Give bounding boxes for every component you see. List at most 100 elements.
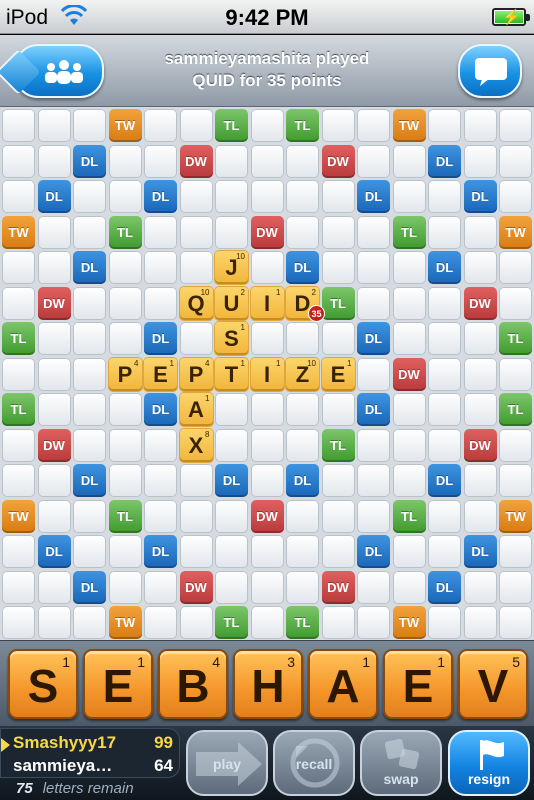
board-cell-dw[interactable]: DW xyxy=(250,215,284,249)
board-cell[interactable] xyxy=(392,251,426,284)
board-cell-dl[interactable]: DL xyxy=(37,535,71,568)
board-cell[interactable] xyxy=(73,215,106,249)
board-cell[interactable] xyxy=(428,215,461,249)
board-cell-dw[interactable]: DW xyxy=(463,428,497,462)
board-cell[interactable] xyxy=(215,428,248,462)
rack-tile[interactable]: E1 xyxy=(83,649,153,719)
board-cell-dl[interactable]: DL xyxy=(215,464,248,497)
board-cell-dl[interactable]: DL xyxy=(357,180,390,213)
board-cell-tl[interactable]: TL xyxy=(392,499,426,533)
board-cell[interactable] xyxy=(499,357,532,391)
board-cell[interactable] xyxy=(73,109,106,142)
board-cell[interactable] xyxy=(392,286,426,320)
play-button[interactable]: play xyxy=(186,730,268,796)
board-cell[interactable] xyxy=(73,393,106,426)
board-cell[interactable] xyxy=(250,428,284,462)
board-cell-dl[interactable]: DL xyxy=(73,144,106,178)
board-cell[interactable] xyxy=(286,499,319,533)
board-cell-dl[interactable]: DL xyxy=(73,570,106,604)
board-cell[interactable] xyxy=(250,251,284,284)
board-cell[interactable] xyxy=(108,251,142,284)
board-cell[interactable] xyxy=(428,393,461,426)
board-cell-dw[interactable]: DW xyxy=(179,570,213,604)
board-cell[interactable] xyxy=(215,215,248,249)
board-cell[interactable] xyxy=(357,144,390,178)
board-cell[interactable] xyxy=(144,215,177,249)
board-cell[interactable] xyxy=(2,606,35,639)
board-cell[interactable] xyxy=(215,570,248,604)
board-cell[interactable] xyxy=(499,251,532,284)
board-cell[interactable] xyxy=(463,499,497,533)
board-cell-tl[interactable]: TL xyxy=(286,606,319,639)
board-cell[interactable] xyxy=(73,606,106,639)
board-cell[interactable] xyxy=(392,570,426,604)
board-cell-tl[interactable]: TL xyxy=(392,215,426,249)
board-cell[interactable] xyxy=(428,499,461,533)
board-cell[interactable] xyxy=(499,180,532,213)
board-cell-dl[interactable]: DL xyxy=(73,464,106,497)
board-cell-dl[interactable]: DL xyxy=(144,535,177,568)
board-cell[interactable] xyxy=(428,322,461,355)
board-cell-tw[interactable]: TW xyxy=(499,215,532,249)
board-cell[interactable] xyxy=(37,109,71,142)
board-cell-dl[interactable]: DL xyxy=(144,322,177,355)
board-cell-dl[interactable]: DL xyxy=(286,464,319,497)
board-cell[interactable] xyxy=(108,144,142,178)
board-cell[interactable] xyxy=(250,109,284,142)
board-cell-tl[interactable]: TL xyxy=(499,393,532,426)
board-cell[interactable] xyxy=(357,215,390,249)
board-cell-tl[interactable]: TL xyxy=(321,428,355,462)
board-cell[interactable] xyxy=(215,499,248,533)
board-cell[interactable] xyxy=(463,251,497,284)
board-cell-dl[interactable]: DL xyxy=(73,251,106,284)
board-cell[interactable] xyxy=(392,535,426,568)
board-cell[interactable] xyxy=(499,286,532,320)
board-cell[interactable] xyxy=(463,393,497,426)
board-cell[interactable] xyxy=(108,286,142,320)
board-cell[interactable] xyxy=(428,535,461,568)
board-cell-dl[interactable]: DL xyxy=(144,393,177,426)
board-cell[interactable] xyxy=(286,570,319,604)
board-cell[interactable] xyxy=(144,606,177,639)
board-cell[interactable] xyxy=(37,570,71,604)
board-cell[interactable] xyxy=(108,570,142,604)
board-cell[interactable] xyxy=(2,286,35,320)
board-cell[interactable] xyxy=(286,180,319,213)
board-cell[interactable] xyxy=(463,109,497,142)
board-cell[interactable] xyxy=(37,144,71,178)
board-cell[interactable] xyxy=(215,393,248,426)
rack-tile[interactable]: H3 xyxy=(233,649,303,719)
board-cell-tw[interactable]: TW xyxy=(392,109,426,142)
board-cell-tl[interactable]: TL xyxy=(286,109,319,142)
board-cell[interactable] xyxy=(392,144,426,178)
board-cell[interactable] xyxy=(357,109,390,142)
board-cell[interactable] xyxy=(463,464,497,497)
board-cell[interactable] xyxy=(357,251,390,284)
board-cell[interactable] xyxy=(428,606,461,639)
board-cell[interactable] xyxy=(250,535,284,568)
board-cell[interactable] xyxy=(144,570,177,604)
board-cell[interactable] xyxy=(250,180,284,213)
board-cell[interactable] xyxy=(357,499,390,533)
board-cell[interactable] xyxy=(321,606,355,639)
board-cell[interactable] xyxy=(357,570,390,604)
rack-tile[interactable]: A1 xyxy=(308,649,378,719)
board-cell[interactable] xyxy=(108,428,142,462)
board-cell[interactable] xyxy=(215,180,248,213)
board-cell-tl[interactable]: TL xyxy=(108,499,142,533)
board-cell-tl[interactable]: TL xyxy=(2,322,35,355)
board-cell-dw[interactable]: DW xyxy=(250,499,284,533)
board-cell[interactable] xyxy=(392,428,426,462)
board-cell[interactable] xyxy=(179,464,213,497)
tile-rack[interactable]: S1E1B4H3A1E1V5 xyxy=(0,640,534,726)
board-cell[interactable] xyxy=(392,464,426,497)
board-cell[interactable] xyxy=(2,570,35,604)
rack-tile[interactable]: B4 xyxy=(158,649,228,719)
board-cell[interactable] xyxy=(499,570,532,604)
board-cell[interactable] xyxy=(286,144,319,178)
board-cell[interactable] xyxy=(321,499,355,533)
board-cell-dl[interactable]: DL xyxy=(428,570,461,604)
recall-button[interactable]: recall xyxy=(273,730,355,796)
board-cell[interactable] xyxy=(428,357,461,391)
board-cell[interactable] xyxy=(73,286,106,320)
